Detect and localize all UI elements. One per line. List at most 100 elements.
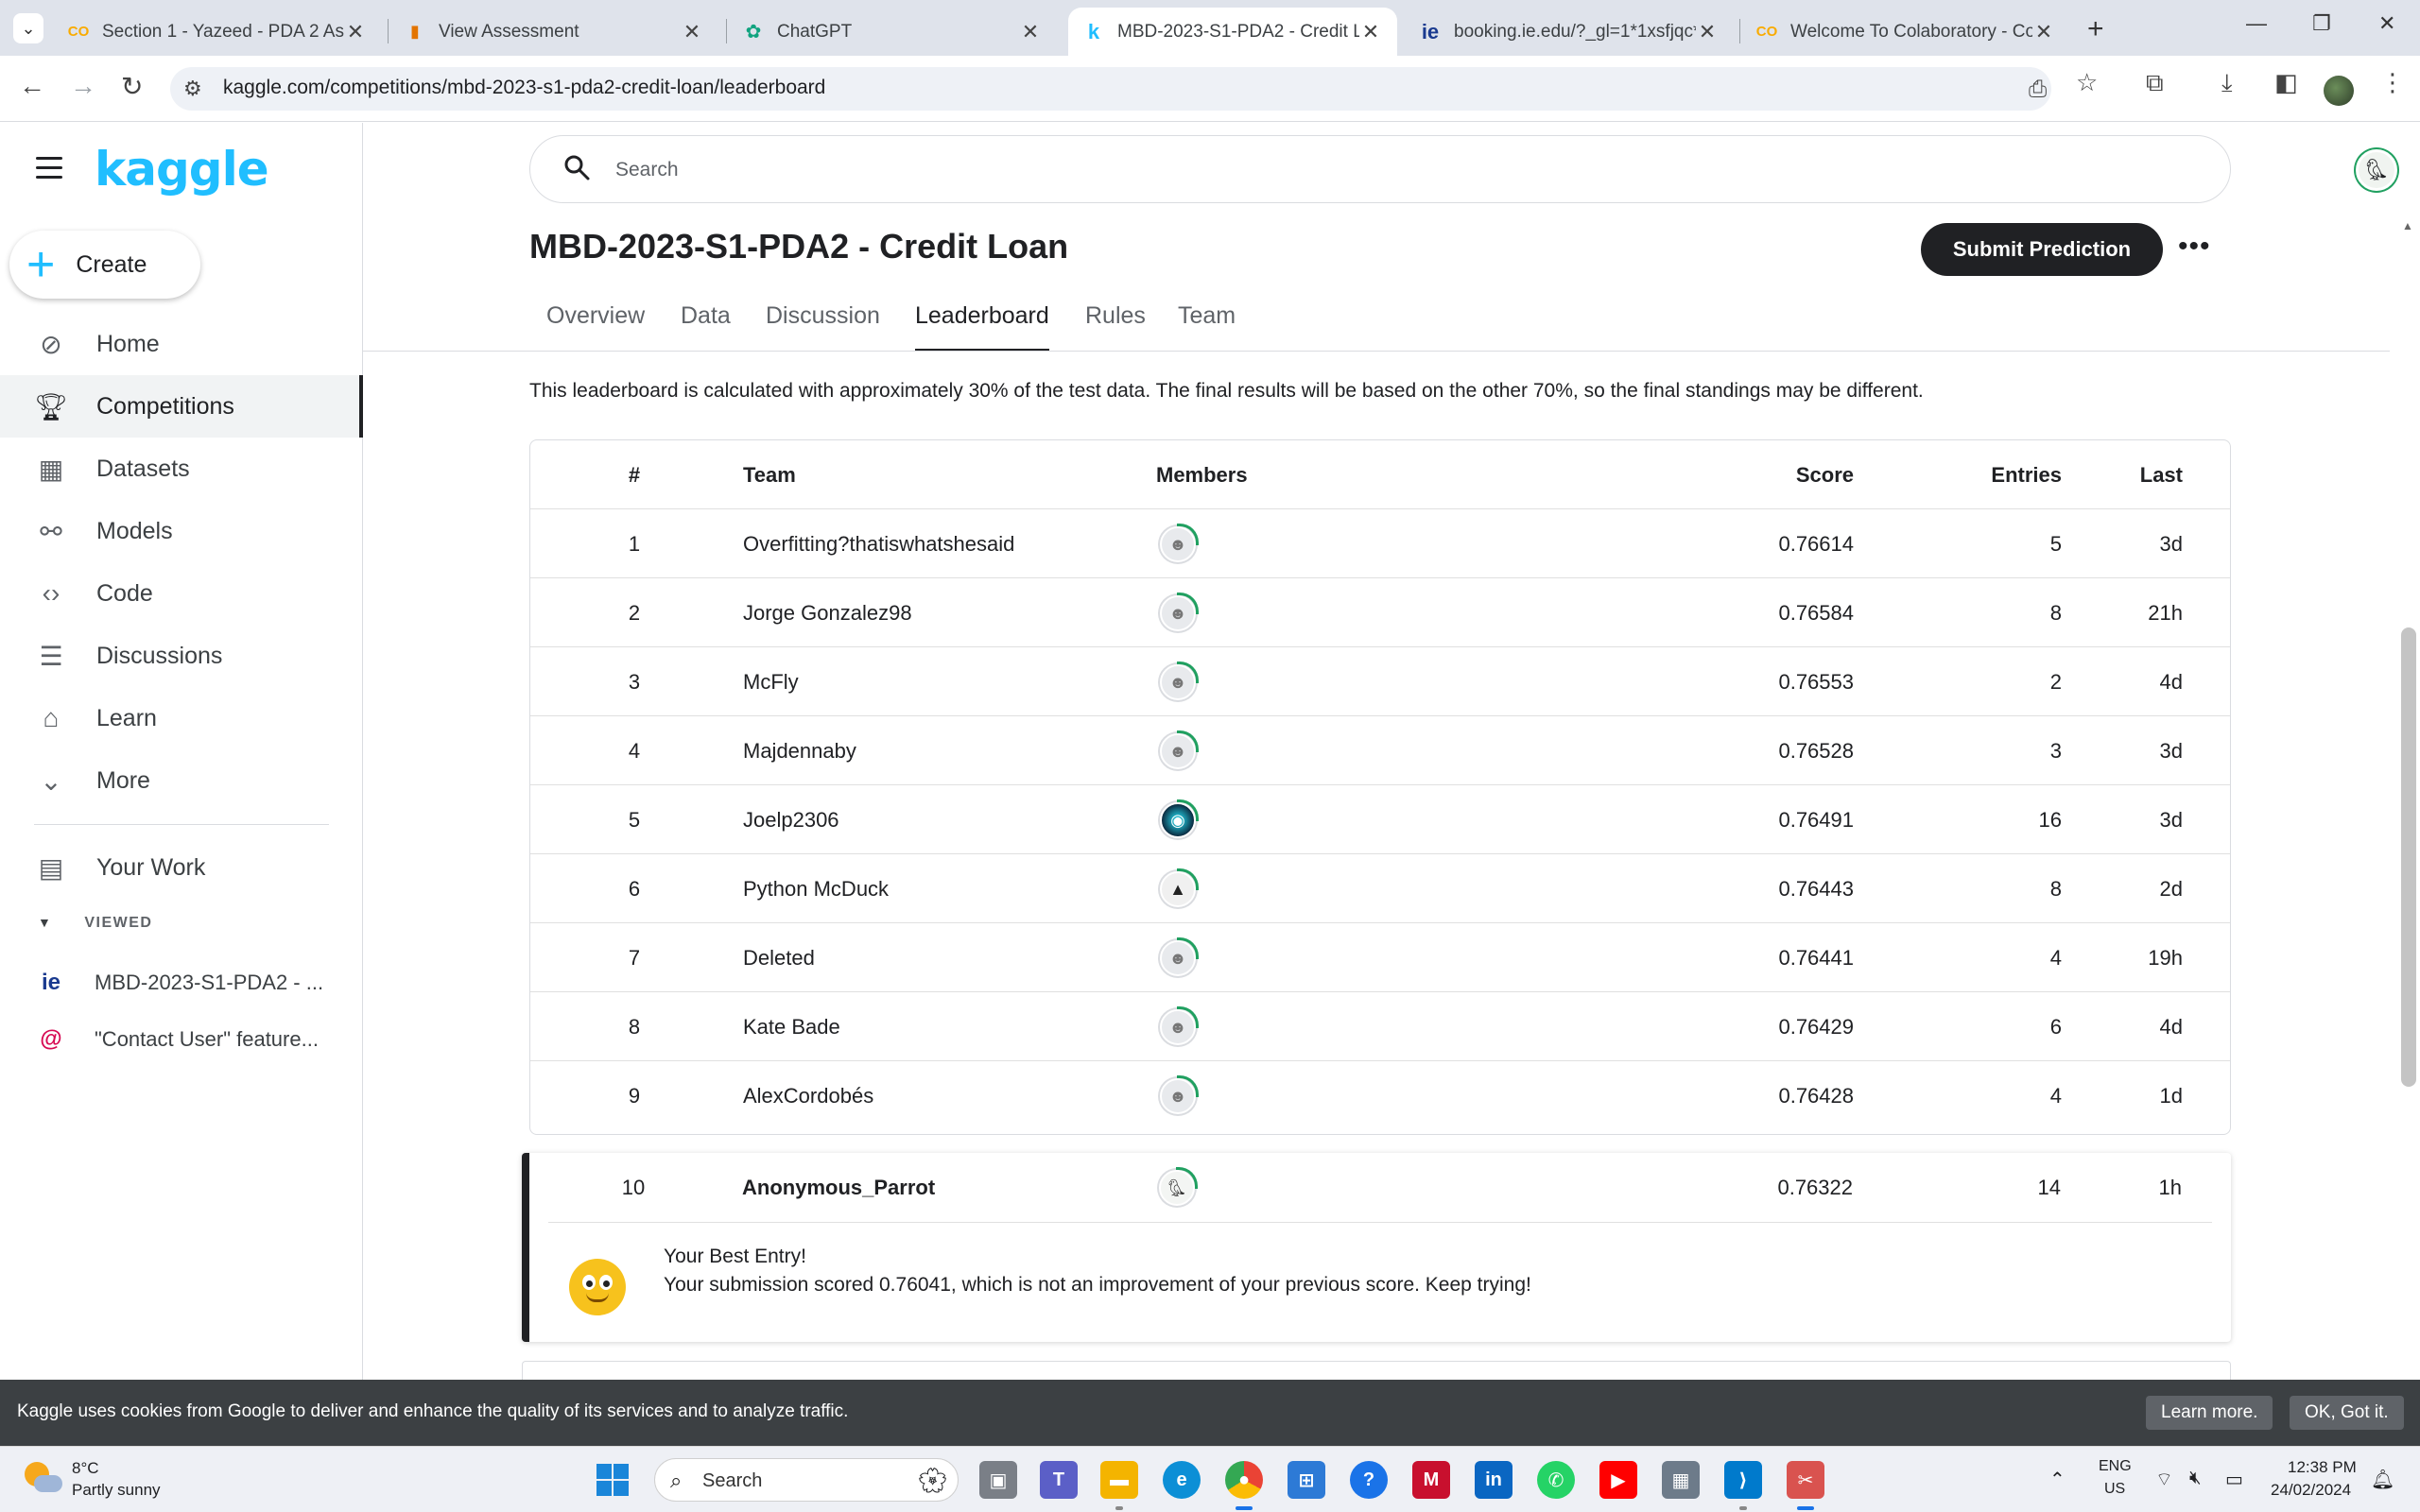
table-row[interactable]: 6 Python McDuck ▲ 0.76443 8 2d [530,854,2230,923]
clock-date[interactable]: 24/02/2024 [2271,1481,2351,1500]
table-row[interactable]: 3 McFly ☻ 0.76553 2 4d [530,647,2230,716]
hamburger-menu-icon[interactable] [36,157,62,185]
tab-team[interactable]: Team [1178,295,1236,352]
sidebar-item-code[interactable]: ‹› Code [0,562,363,625]
table-row[interactable]: 8 Kate Bade ☻ 0.76429 6 4d [530,992,2230,1061]
weather-description[interactable]: Partly sunny [72,1481,161,1500]
forward-icon[interactable]: → [70,71,96,101]
mcafee-icon[interactable]: M [1412,1461,1450,1499]
team-name[interactable]: Majdennaby [743,716,856,785]
browser-tab-2[interactable]: ▮ View Assessment ✕ [389,8,718,56]
browser-tab-6[interactable]: CO Welcome To Colaboratory - Col ✕ [1741,8,2070,56]
chevron-up-icon[interactable]: ⌃ [2049,1468,2066,1491]
site-info-icon[interactable]: ⚙ [183,77,202,101]
cookie-ok-button[interactable]: OK, Got it. [2290,1396,2404,1430]
notifications-icon[interactable]: 🔔︎ [2371,1468,2394,1491]
side-panel-icon[interactable]: ◧ [2274,68,2298,97]
linkedin-icon[interactable]: in [1475,1461,1512,1499]
close-icon[interactable]: ✕ [681,20,703,44]
team-name[interactable]: Kate Bade [743,992,840,1061]
team-name[interactable]: Overfitting?thatiswhatshesaid [743,509,1014,578]
microsoft-store-icon[interactable]: ⊞ [1288,1461,1325,1499]
viewed-section-header[interactable]: ▼ VIEWED [38,915,152,932]
language-indicator[interactable]: ENG [2099,1458,2132,1475]
snipping-tool-icon[interactable]: ✂ [1787,1461,1824,1499]
table-row[interactable]: 2 Jorge Gonzalez98 ☻ 0.76584 8 21h [530,578,2230,647]
weather-icon[interactable] [25,1460,62,1498]
scroll-up-icon[interactable]: ▲ [2402,219,2413,232]
team-name[interactable]: Joelp2306 [743,785,839,854]
header-team[interactable]: Team [743,440,796,509]
tab-leaderboard[interactable]: Leaderboard [915,295,1049,352]
bookmark-star-icon[interactable]: ☆ [2076,68,2098,97]
clock-time[interactable]: 12:38 PM [2288,1458,2357,1477]
team-name[interactable]: Jorge Gonzalez98 [743,578,912,647]
restore-icon[interactable]: ❐ [2312,11,2331,36]
calculator-icon[interactable]: ▦ [1662,1461,1700,1499]
close-icon[interactable]: ✕ [344,20,367,44]
create-button[interactable]: + Create [9,231,200,299]
minimize-icon[interactable]: — [2246,11,2267,36]
team-name[interactable]: McFly [743,647,799,716]
sidebar-item-discussions[interactable]: ☰ Discussions [0,625,363,687]
member-avatar[interactable]: ☻ [1160,662,1199,700]
file-explorer-icon[interactable]: ▬ [1100,1461,1138,1499]
site-search[interactable] [529,135,2231,203]
my-team-row[interactable]: 10 Anonymous_Parrot 🦜︎ 0.76322 14 1h [529,1153,2231,1222]
chrome-icon[interactable]: ● [1225,1461,1263,1499]
table-row[interactable]: 7 Deleted ☻ 0.76441 4 19h [530,923,2230,992]
taskbar-search[interactable]: ⌕ Search 🌸︎ [654,1458,959,1502]
member-avatar[interactable]: ☻ [1160,1006,1199,1045]
tab-overview[interactable]: Overview [546,295,645,352]
header-entries[interactable]: Entries [1977,440,2062,509]
tab-rules[interactable]: Rules [1085,295,1146,352]
member-avatar[interactable]: ◉ [1160,799,1199,838]
volume-muted-icon[interactable]: 🔇︎ [2189,1468,2202,1489]
chrome-menu-icon[interactable]: ⋮ [2380,68,2405,97]
whatsapp-icon[interactable]: ✆ [1537,1461,1575,1499]
omnibox[interactable]: ⚙ kaggle.com/competitions/mbd-2023-s1-pd… [170,67,2382,111]
member-avatar[interactable]: ☻ [1160,730,1199,769]
viewed-item-discussion[interactable]: @ "Contact User" feature... [0,1013,363,1066]
close-icon[interactable]: ✕ [2032,20,2055,44]
window-close-icon[interactable]: ✕ [2378,11,2395,36]
table-row[interactable]: 4 Majdennaby ☻ 0.76528 3 3d [530,716,2230,785]
sidebar-item-learn[interactable]: ⌂ Learn [0,687,363,749]
reload-icon[interactable]: ↻ [121,71,143,102]
install-app-icon[interactable]: ⎙ [2029,77,2047,103]
browser-tab-4[interactable]: k MBD-2023-S1-PDA2 - Credit Lo ✕ [1068,8,1397,56]
team-name[interactable]: AlexCordobés [743,1061,873,1130]
vscode-icon[interactable]: ⟩ [1724,1461,1762,1499]
sidebar-item-competitions[interactable]: 🏆︎ Competitions [0,375,363,438]
windows-start-icon[interactable] [594,1461,631,1499]
tab-discussion[interactable]: Discussion [766,295,880,352]
close-icon[interactable]: ✕ [1696,20,1719,44]
more-options-icon[interactable]: ••• [2178,231,2211,263]
back-icon[interactable]: ← [19,71,45,101]
kaggle-logo[interactable]: kaggle [95,142,269,197]
member-avatar[interactable]: 🦜︎ [1159,1167,1198,1206]
task-view-icon[interactable]: ▣ [979,1461,1017,1499]
downloads-icon[interactable]: ⤓ [2221,68,2233,98]
member-avatar[interactable]: ☻ [1160,1075,1199,1114]
user-avatar[interactable]: 🦜︎ [2356,149,2397,191]
team-name[interactable]: Python McDuck [743,854,889,923]
tab-search-icon[interactable]: ⌄ [13,13,43,43]
search-input[interactable] [615,155,2128,185]
browser-tab-1[interactable]: CO Section 1 - Yazeed - PDA 2 Assi ✕ [53,8,382,56]
sidebar-item-your-work[interactable]: ▤ Your Work [0,836,363,899]
member-avatar[interactable]: ☻ [1160,937,1199,976]
table-row[interactable]: 9 AlexCordobés ☻ 0.76428 4 1d [530,1061,2230,1130]
help-icon[interactable]: ? [1350,1461,1388,1499]
browser-tab-5[interactable]: ie booking.ie.edu/?_gl=1*1xsfjqc* ✕ [1405,8,1734,56]
url-text[interactable]: kaggle.com/competitions/mbd-2023-s1-pda2… [223,77,825,99]
header-score[interactable]: Score [1684,440,1854,509]
battery-icon[interactable]: ▭ [2225,1468,2243,1491]
extensions-icon[interactable]: ⧉ [2146,68,2164,98]
table-row[interactable]: 1 Overfitting?thatiswhatshesaid ☻ 0.76614 5 3… [530,509,2230,578]
member-avatar[interactable]: ☻ [1160,593,1199,631]
learn-more-button[interactable]: Learn more. [2146,1396,2273,1430]
youtube-icon[interactable]: ▶ [1599,1461,1637,1499]
header-last[interactable]: Last [2118,440,2183,509]
edge-icon[interactable]: e [1163,1461,1201,1499]
